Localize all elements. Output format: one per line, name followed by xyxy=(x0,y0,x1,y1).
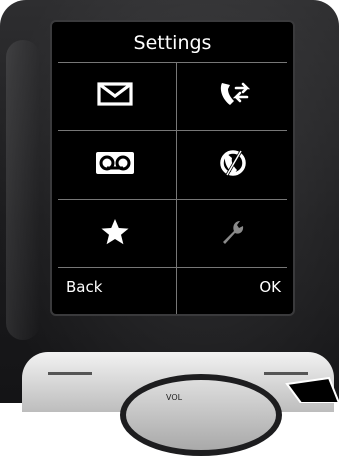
menu-item-system-settings[interactable] xyxy=(176,200,290,268)
display-screen: Settings Back OK xyxy=(50,20,295,316)
left-softkey-button[interactable] xyxy=(48,372,92,375)
right-softkey-button[interactable] xyxy=(264,372,308,375)
call-transfer-icon xyxy=(216,79,251,113)
menu-item-messages[interactable] xyxy=(58,62,172,130)
menu-item-voicemail[interactable] xyxy=(58,131,172,199)
back-softkey[interactable]: Back xyxy=(66,278,102,296)
menu-item-call-transfer[interactable] xyxy=(176,62,290,130)
menu-item-call-divert[interactable] xyxy=(176,131,290,199)
screen-title: Settings xyxy=(133,32,212,54)
vol-label: VOL xyxy=(166,393,183,402)
pointer-arrow-icon xyxy=(285,376,339,407)
envelope-icon xyxy=(97,82,133,110)
navigation-key[interactable] xyxy=(120,374,282,456)
call-divert-icon xyxy=(217,147,249,183)
menu-item-favorites[interactable] xyxy=(58,200,172,268)
ok-softkey[interactable]: OK xyxy=(259,278,281,296)
voicemail-icon xyxy=(95,151,135,179)
menu-grid xyxy=(58,62,290,314)
star-icon xyxy=(100,217,130,251)
body-gloss xyxy=(6,40,40,340)
wrench-icon xyxy=(218,217,248,251)
